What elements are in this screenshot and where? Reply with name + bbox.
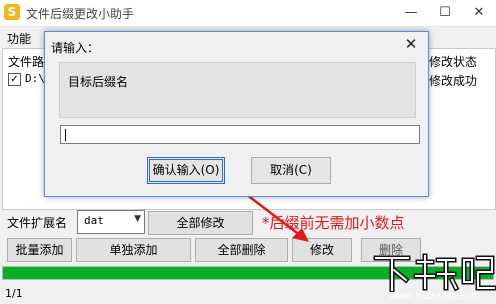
text-caret [65,129,66,141]
input-dialog: 请输入： ✕ 目标后缀名 确认输入(O) 取消(C) [44,31,429,197]
dialog-label: 目标后缀名 [68,75,129,89]
watermark-url: www.xiazaiba.com [390,291,481,302]
cancel-button[interactable]: 取消(C) [251,157,331,184]
confirm-button[interactable]: 确认输入(O) [147,157,225,184]
dialog-title: 请输入： [51,41,100,55]
dialog-prompt-panel: 目标后缀名 [59,62,416,118]
dialog-close-icon[interactable]: ✕ [401,34,421,54]
watermark: www.xiazaiba.com [372,252,496,304]
suffix-input[interactable] [60,125,420,144]
watermark-logo [373,253,496,292]
